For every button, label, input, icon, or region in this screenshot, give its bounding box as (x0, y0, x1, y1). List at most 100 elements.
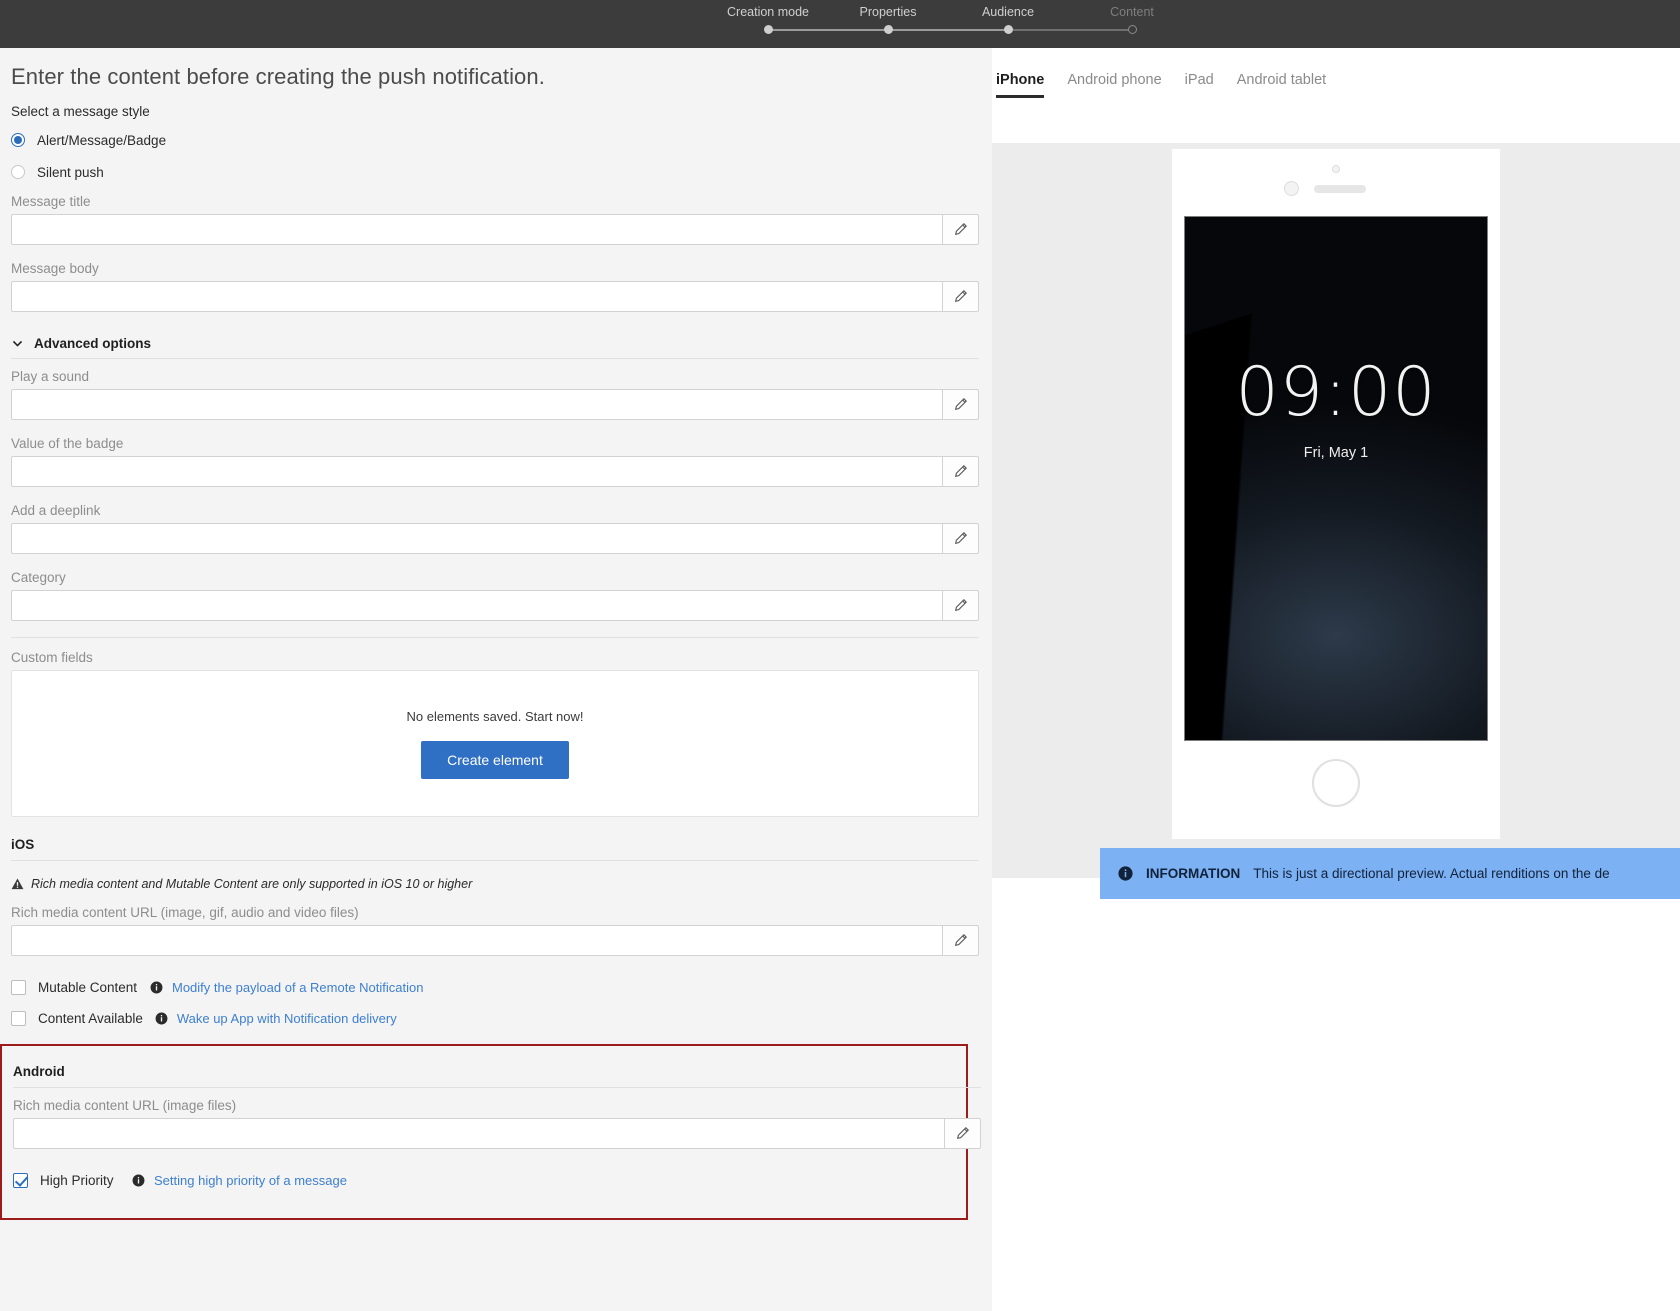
value-of-the-badge-input[interactable] (11, 456, 942, 487)
radio-icon[interactable] (11, 165, 25, 179)
phone-lockscreen: 09:00 Fri, May 1 (1184, 216, 1488, 741)
ios-rich-media-input[interactable] (11, 925, 942, 956)
information-banner-label: INFORMATION (1146, 866, 1241, 881)
radio-label: Silent push (37, 164, 104, 180)
tab-android-phone[interactable]: Android phone (1067, 72, 1161, 98)
edit-pencil-button[interactable] (944, 1118, 981, 1149)
wizard-step-creation-mode[interactable]: Creation mode (724, 0, 812, 48)
front-camera-icon (1332, 165, 1340, 173)
radio-label: Alert/Message/Badge (37, 132, 167, 148)
android-section-highlight: Android Rich media content URL (image fi… (0, 1044, 981, 1220)
wizard-step-dot (1003, 25, 1013, 34)
advanced-options-toggle[interactable]: Advanced options (11, 328, 981, 358)
edit-pencil-button[interactable] (942, 523, 979, 554)
info-icon[interactable] (155, 1012, 168, 1025)
info-icon (1118, 866, 1133, 881)
info-icon[interactable] (132, 1174, 145, 1187)
custom-fields-empty-text: No elements saved. Start now! (406, 708, 584, 724)
ios-warning: Rich media content and Mutable Content a… (11, 871, 981, 905)
android-section-title: Android (13, 1064, 65, 1079)
edit-pencil-button[interactable] (942, 456, 979, 487)
checkbox-label: High Priority (40, 1173, 114, 1188)
create-element-button[interactable]: Create element (421, 740, 569, 779)
info-icon[interactable] (150, 981, 163, 994)
radio-icon[interactable] (11, 133, 25, 147)
ios-section-title: iOS (11, 837, 35, 852)
edit-pencil-button[interactable] (942, 925, 979, 956)
wizard-step-audience[interactable]: Audience (964, 0, 1052, 48)
message-style-label: Select a message style (11, 104, 150, 119)
category-input[interactable] (11, 590, 942, 621)
advanced-options-label: Advanced options (34, 335, 152, 351)
tab-ipad[interactable]: iPad (1185, 72, 1214, 98)
checkbox-label: Content Available (38, 1011, 143, 1026)
edit-pencil-button[interactable] (942, 590, 979, 621)
play-a-sound-label: Play a sound (11, 369, 90, 384)
radio-option-alert-message-badge[interactable]: Alert/Message/Badge (11, 124, 981, 156)
information-banner: INFORMATION This is just a directional p… (1100, 848, 1680, 899)
wizard-step-content[interactable]: Content (1088, 0, 1176, 48)
iphone-mockup: 09:00 Fri, May 1 (1172, 149, 1500, 839)
checkbox-label: Mutable Content (38, 980, 138, 995)
home-button[interactable] (1312, 759, 1360, 807)
wizard-step-label: Audience (981, 5, 1035, 19)
edit-pencil-button[interactable] (942, 281, 979, 312)
wizard-step-properties[interactable]: Properties (844, 0, 932, 48)
category-label: Category (11, 570, 66, 585)
checkbox-row-mutable-content[interactable]: Mutable Content Modify the payload of a … (11, 972, 981, 1003)
ios-warning-text: Rich media content and Mutable Content a… (31, 877, 473, 891)
value-of-the-badge-row (11, 456, 979, 487)
tab-iphone[interactable]: iPhone (996, 72, 1045, 98)
earpiece-speaker-icon (1314, 185, 1366, 193)
checkbox-icon[interactable] (13, 1173, 28, 1188)
play-a-sound-row (11, 389, 979, 420)
checkbox-icon[interactable] (11, 980, 26, 995)
wizard-step-dot (763, 25, 773, 34)
wizard-step-label: Creation mode (727, 5, 809, 19)
edit-pencil-button[interactable] (942, 389, 979, 420)
value-of-the-badge-label: Value of the badge (11, 436, 124, 451)
edit-pencil-button[interactable] (942, 214, 979, 245)
content-available-link[interactable]: Wake up App with Notification delivery (177, 1011, 397, 1026)
android-rich-media-input[interactable] (13, 1118, 944, 1149)
pencil-icon (954, 222, 968, 236)
wizard-step-label: Content (1110, 5, 1154, 19)
checkbox-icon[interactable] (11, 1011, 26, 1026)
custom-fields-label: Custom fields (11, 650, 93, 665)
device-preview-panel: iPhone Android phone iPad Android tablet… (992, 48, 1680, 1311)
wizard-steps: Creation mode Properties Audience Conten… (727, 0, 1180, 48)
pencil-icon (954, 397, 968, 411)
play-a-sound-input[interactable] (11, 389, 942, 420)
chevron-down-icon (12, 340, 23, 347)
pencil-icon (954, 531, 968, 545)
add-a-deeplink-input[interactable] (11, 523, 942, 554)
tab-android-tablet[interactable]: Android tablet (1237, 72, 1326, 98)
checkbox-row-content-available[interactable]: Content Available Wake up App with Notif… (11, 1003, 981, 1034)
add-a-deeplink-row (11, 523, 979, 554)
wizard-step-dot (1127, 25, 1137, 34)
add-a-deeplink-label: Add a deeplink (11, 503, 101, 518)
radio-option-silent-push[interactable]: Silent push (11, 156, 981, 188)
checkbox-row-high-priority[interactable]: High Priority Setting high priority of a… (13, 1165, 955, 1196)
mutable-content-link[interactable]: Modify the payload of a Remote Notificat… (172, 980, 423, 995)
message-title-label: Message title (11, 194, 91, 209)
wizard-step-label: Properties (859, 5, 917, 19)
pencil-icon (954, 598, 968, 612)
device-tabs: iPhone Android phone iPad Android tablet (992, 60, 1680, 98)
proximity-sensor-icon (1284, 181, 1299, 196)
custom-fields-empty-box: No elements saved. Start now! Create ele… (11, 670, 979, 817)
lockscreen-time: 09:00 (1235, 353, 1437, 432)
high-priority-link[interactable]: Setting high priority of a message (154, 1173, 347, 1188)
category-row (11, 590, 979, 621)
information-banner-text: This is just a directional preview. Actu… (1253, 866, 1610, 881)
content-form-panel: Enter the content before creating the pu… (0, 48, 992, 1311)
message-title-input[interactable] (11, 214, 942, 245)
pencil-icon (954, 464, 968, 478)
message-body-input[interactable] (11, 281, 942, 312)
android-rich-media-label: Rich media content URL (image files) (13, 1098, 237, 1113)
android-rich-media-row (13, 1118, 981, 1149)
ios-rich-media-row (11, 925, 979, 956)
message-body-label: Message body (11, 261, 99, 276)
wallpaper-diagonal-shadow (1185, 256, 1487, 740)
pencil-icon (954, 933, 968, 947)
